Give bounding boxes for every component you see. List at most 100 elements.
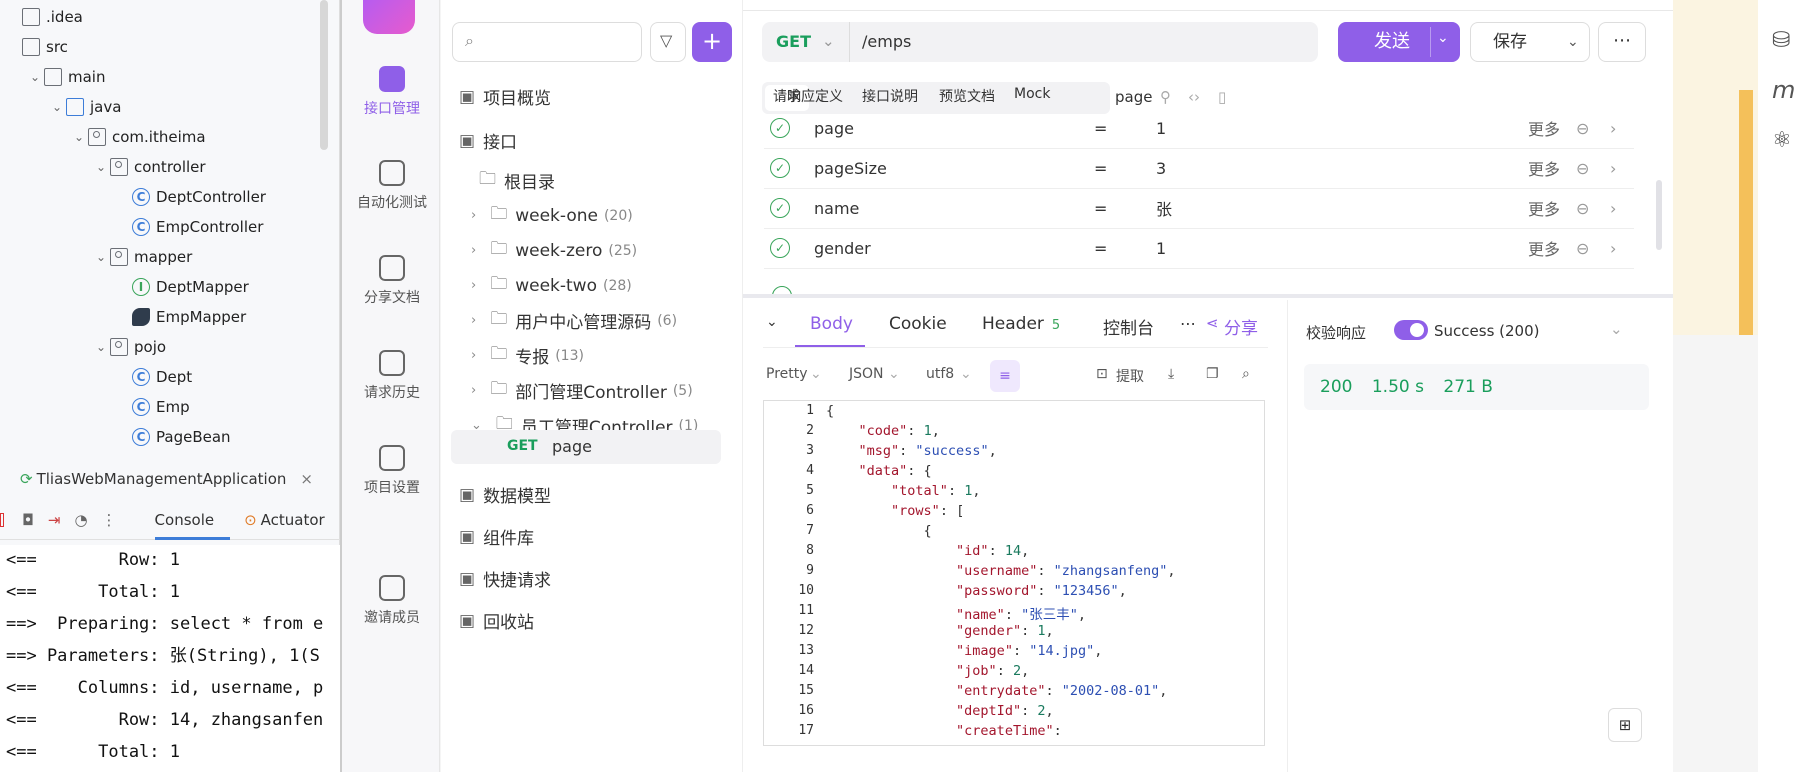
tree-row[interactable]: ⌄ controller xyxy=(0,152,206,182)
chevron-down-icon[interactable]: ⌄ xyxy=(1610,320,1623,338)
folder-node[interactable]: › 🗀 专报 (13) xyxy=(471,341,584,370)
nav-item-0[interactable]: 接口管理 xyxy=(342,66,442,118)
search-input[interactable]: ⌕ xyxy=(452,22,642,62)
tree-row[interactable]: C DeptController xyxy=(0,182,266,212)
more-link[interactable]: 更多 xyxy=(1528,236,1560,260)
more-icon[interactable]: ⋯ xyxy=(1180,314,1196,333)
param-value[interactable]: 张 xyxy=(1156,196,1172,220)
method-select[interactable]: GET xyxy=(776,32,811,51)
folder-node[interactable]: › 🗀 week-zero (25) xyxy=(471,236,637,265)
collapse-icon[interactable]: ⌄ xyxy=(766,314,778,330)
subtab-1[interactable]: 响应定义 xyxy=(787,86,843,106)
chevron-right-icon[interactable]: › xyxy=(471,313,476,328)
check-icon[interactable]: ✓ xyxy=(770,118,790,138)
chevron-right-icon[interactable]: › xyxy=(471,383,476,398)
response-tab-0[interactable]: Body xyxy=(810,314,853,334)
response-tab-1[interactable]: Cookie xyxy=(889,314,947,334)
param-key[interactable]: name xyxy=(814,199,859,218)
nav-item-3[interactable]: 请求历史 xyxy=(342,350,442,402)
extract-icon[interactable]: ⊡ xyxy=(1096,366,1108,382)
nav-item-2[interactable]: 分享文档 xyxy=(342,255,442,307)
save-button[interactable]: 保存 ⌄ xyxy=(1470,22,1590,62)
tree-row[interactable]: ⌄ pojo xyxy=(0,332,166,362)
subtab-4[interactable]: Mock xyxy=(1014,86,1050,102)
copy-icon[interactable]: ❐ xyxy=(1206,366,1219,382)
chevron-down-icon[interactable]: ⌄ xyxy=(960,366,972,382)
nav-item-1[interactable]: 自动化测试 xyxy=(342,160,442,212)
tree-row[interactable]: ⌄ mapper xyxy=(0,242,192,272)
folder-node[interactable]: › 🗀 week-two (28) xyxy=(471,271,632,300)
subtab-2[interactable]: 接口说明 xyxy=(862,86,918,106)
remove-icon[interactable]: ⊖ xyxy=(1576,159,1589,178)
folder-node[interactable]: › 🗀 week-one (20) xyxy=(471,201,633,230)
encoding-select[interactable]: utf8 xyxy=(926,366,954,382)
search-icon[interactable]: ⌕ xyxy=(1242,366,1250,382)
login-icon[interactable]: ⇥ xyxy=(48,511,61,529)
stop-icon[interactable] xyxy=(0,512,4,527)
folder-node[interactable]: › 🗀 部门管理Controller (5) xyxy=(471,376,693,405)
folder-node[interactable]: › 🗀 用户中心管理源码 (6) xyxy=(471,306,677,335)
gauge-icon[interactable]: ◔ xyxy=(74,511,87,529)
nav-item-4[interactable]: 项目设置 xyxy=(342,445,442,497)
chevron-right-icon[interactable]: › xyxy=(471,208,476,223)
plugin-icon[interactable]: ⚛ xyxy=(1772,128,1792,153)
check-icon[interactable]: ✓ xyxy=(770,238,790,258)
share-button[interactable]: 分享 xyxy=(1224,314,1258,339)
chevron-icon[interactable]: ⌄ xyxy=(92,340,110,354)
database-icon[interactable]: ⛁ xyxy=(1772,28,1790,53)
wrap-icon[interactable]: ≡ xyxy=(990,360,1020,392)
tree-row[interactable]: C PageBean xyxy=(0,422,231,452)
endpoint-row[interactable]: GET page xyxy=(451,430,721,464)
layout-icon[interactable]: ⊞ xyxy=(1608,708,1642,742)
tree-row[interactable]: ⌄ com.itheima xyxy=(0,122,206,152)
panel-icon[interactable]: ▯ xyxy=(1218,88,1226,106)
chevron-icon[interactable]: ⌄ xyxy=(92,160,110,174)
interfaces-node[interactable]: ▣ 接口 xyxy=(459,128,517,154)
tree-row[interactable]: .idea xyxy=(0,2,83,32)
add-button[interactable]: + xyxy=(692,22,732,62)
quick-requests-node[interactable]: ▣ 快捷请求 xyxy=(459,566,551,592)
response-tab-3[interactable]: 控制台 xyxy=(1103,314,1154,339)
more-link[interactable]: 更多 xyxy=(1528,116,1560,140)
data-model-node[interactable]: ▣ 数据模型 xyxy=(459,482,551,508)
tree-scrollbar[interactable] xyxy=(320,0,328,150)
nav-item-5[interactable]: 邀请成员 xyxy=(342,575,442,627)
chevron-icon[interactable]: ⌄ xyxy=(26,70,44,84)
param-value[interactable]: 3 xyxy=(1156,159,1166,178)
remove-icon[interactable]: ⊖ xyxy=(1576,239,1589,258)
tree-row[interactable]: C Dept xyxy=(0,362,192,392)
format-select[interactable]: Pretty xyxy=(766,366,808,382)
more-menu-button[interactable]: ⋯ xyxy=(1598,22,1646,62)
chevron-right-icon[interactable]: › xyxy=(471,278,476,293)
tree-row[interactable]: EmpMapper xyxy=(0,302,246,332)
tree-row[interactable]: ⌄ java xyxy=(0,92,121,122)
trash-node[interactable]: ▣ 回收站 xyxy=(459,608,534,634)
extract-button[interactable]: 提取 xyxy=(1116,366,1144,386)
validate-toggle[interactable] xyxy=(1394,320,1428,340)
tree-row[interactable]: C EmpController xyxy=(0,212,263,242)
more-link[interactable]: 更多 xyxy=(1528,196,1560,220)
tree-row[interactable]: ⌄ main xyxy=(0,62,105,92)
response-body-viewer[interactable]: 1 {2 "code": 1, 3 "msg": "success", 4 "data… xyxy=(763,400,1265,746)
download-icon[interactable]: ⤓ xyxy=(1168,366,1174,382)
params-scrollbar[interactable] xyxy=(1656,180,1662,250)
param-key[interactable]: pageSize xyxy=(814,159,887,178)
components-node[interactable]: ▣ 组件库 xyxy=(459,524,534,550)
maven-icon[interactable]: m xyxy=(1772,76,1795,104)
chevron-down-icon[interactable]: ⌄ xyxy=(810,366,822,382)
chevron-icon[interactable]: ⌄ xyxy=(92,250,110,264)
filter-button[interactable]: ▽ xyxy=(650,22,686,62)
pane-separator[interactable] xyxy=(743,294,1673,298)
param-value[interactable]: 1 xyxy=(1156,119,1166,138)
camera-icon[interactable]: ◘ xyxy=(22,511,34,529)
chevron-right-icon[interactable]: › xyxy=(1610,119,1616,138)
chevron-right-icon[interactable]: › xyxy=(1610,199,1616,218)
run-config-label[interactable]: TliasWebManagementApplication xyxy=(37,470,287,488)
more-icon[interactable]: ⋮ xyxy=(102,511,117,529)
code-icon[interactable]: ‹› xyxy=(1188,88,1200,106)
root-folder[interactable]: 🗀 根目录 xyxy=(479,166,555,195)
actuator-tab[interactable]: Actuator xyxy=(261,511,325,529)
tree-row[interactable]: C Emp xyxy=(0,392,190,422)
project-overview[interactable]: ▣ 项目概览 xyxy=(459,84,551,110)
chevron-right-icon[interactable]: › xyxy=(471,348,476,363)
